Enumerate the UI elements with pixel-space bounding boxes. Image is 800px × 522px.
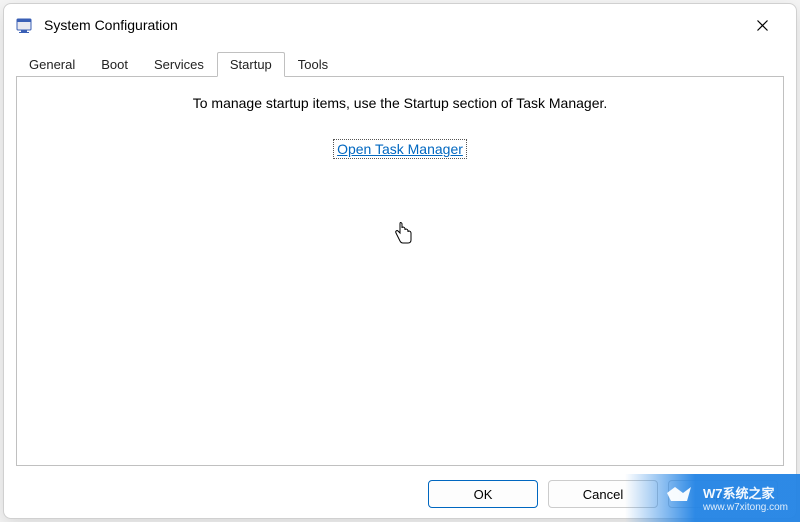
titlebar: System Configuration <box>4 4 796 46</box>
close-icon <box>757 20 768 31</box>
tab-boot[interactable]: Boot <box>88 52 141 77</box>
tabs-wrapper: General Boot Services Startup Tools <box>4 46 796 76</box>
close-button[interactable] <box>740 10 784 40</box>
tab-strip: General Boot Services Startup Tools <box>16 52 784 76</box>
window-frame: System Configuration General Boot Servic… <box>3 3 797 519</box>
window-title: System Configuration <box>44 17 730 33</box>
cursor-pointer-icon <box>392 222 414 251</box>
startup-message: To manage startup items, use the Startup… <box>193 95 608 111</box>
msconfig-icon <box>16 16 34 34</box>
tab-services[interactable]: Services <box>141 52 217 77</box>
apply-button[interactable]: Apply <box>668 480 778 508</box>
dialog-buttons: OK Cancel Apply <box>4 474 796 518</box>
tab-startup[interactable]: Startup <box>217 52 285 77</box>
ok-button[interactable]: OK <box>428 480 538 508</box>
tab-tools[interactable]: Tools <box>285 52 341 77</box>
tab-content: To manage startup items, use the Startup… <box>16 76 784 466</box>
open-task-manager-link[interactable]: Open Task Manager <box>333 139 467 159</box>
cancel-button[interactable]: Cancel <box>548 480 658 508</box>
tab-general[interactable]: General <box>16 52 88 77</box>
